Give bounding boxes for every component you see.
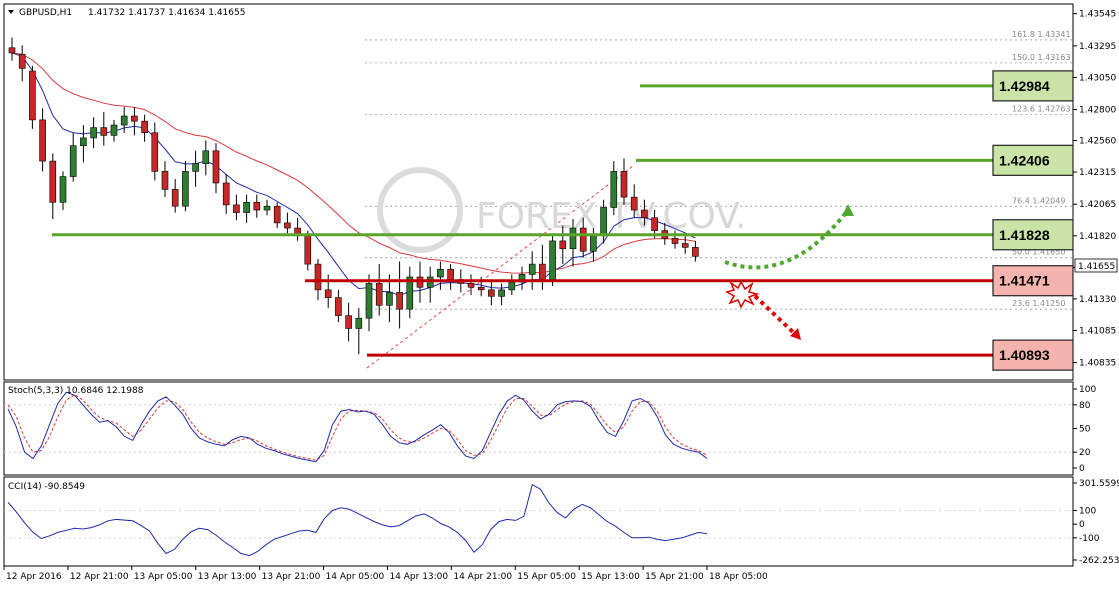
stoch-tick-label: 100	[1079, 385, 1096, 395]
price-tick-label: 1.43295	[1079, 42, 1116, 52]
stoch-tick-label: 50	[1079, 425, 1091, 435]
symbol-label: GBPUSD,H1	[19, 8, 72, 18]
price-tick-label: 1.43545	[1079, 10, 1116, 20]
time-tick-label: 14 Apr 21:00	[453, 572, 512, 582]
stoch-panel	[3, 381, 1074, 476]
level-value: 1.42984	[999, 78, 1050, 94]
price-tick-label: 1.41085	[1079, 326, 1116, 336]
fib-label: 150.0 1.43163	[1012, 53, 1071, 62]
chart-window: 161.8 1.43341 150.0 1.43163 123.6 1.42763 7…	[0, 0, 1119, 588]
price-tick-label: 1.42315	[1079, 168, 1116, 178]
time-tick-label: 13 Apr 05:00	[134, 572, 193, 582]
price-tick-label: 1.42065	[1079, 200, 1116, 210]
candle	[549, 235, 556, 286]
stoch-tick-label: 20	[1079, 448, 1091, 458]
cci-tick-label: 301.5599	[1079, 479, 1119, 489]
price-tick-label: 1.42800	[1079, 106, 1116, 116]
candle	[29, 65, 36, 129]
price-tick-label: 1.43050	[1079, 73, 1116, 83]
fib-label: 23.6 1.41250	[1012, 299, 1065, 308]
price-axis: 1.43545 1.43295 1.43050 1.42800 1.42560 1.423…	[1073, 10, 1116, 369]
price-chart[interactable]: 161.8 1.43341 150.0 1.43163 123.6 1.42763 7…	[0, 0, 1119, 588]
fib-label: 76.4 1.42049	[1012, 196, 1065, 205]
current-price: 1.41655	[1078, 262, 1115, 272]
level-value: 1.40893	[999, 347, 1050, 363]
price-tick-label: 1.41820	[1079, 232, 1116, 242]
time-tick-label: 12 Apr 21:00	[70, 572, 129, 582]
fib-label: 123.6 1.42763	[1012, 104, 1071, 113]
time-tick-label: 13 Apr 21:00	[262, 572, 321, 582]
cci-tick-label: -100	[1079, 534, 1100, 544]
cci-tick-label: 100	[1079, 507, 1096, 517]
time-tick-label: 13 Apr 13:00	[198, 572, 257, 582]
level-value: 1.41471	[999, 273, 1050, 289]
ohlc-readout: 1.41732 1.41737 1.41634 1.41655	[88, 8, 245, 18]
stoch-tick-label: 0	[1079, 464, 1085, 474]
main-panel	[3, 3, 1074, 381]
price-tick-label: 1.41330	[1079, 295, 1116, 305]
time-tick-label: 18 Apr 05:00	[709, 572, 768, 582]
cci-axis: 301.5599 100 0 -100 -262.2536	[1073, 479, 1119, 566]
cci-tick-label: 0	[1079, 520, 1085, 530]
cci-panel	[3, 476, 1074, 567]
price-tick-label: 1.40835	[1079, 359, 1116, 369]
level-value: 1.41828	[999, 227, 1050, 243]
stoch-axis: 100 80 50 20 0	[1073, 385, 1096, 474]
time-tick-label: 15 Apr 05:00	[517, 572, 576, 582]
stoch-label: Stoch(5,3,3) 10.6846 12.1988	[8, 386, 144, 396]
time-tick-label: 15 Apr 13:00	[581, 572, 640, 582]
cci-label: CCI(14) -90.8549	[8, 482, 85, 492]
stoch-tick-label: 80	[1079, 401, 1091, 411]
price-tick-label: 1.42560	[1079, 136, 1116, 146]
fib-label: 161.8 1.43341	[1012, 30, 1071, 39]
time-tick-label: 14 Apr 13:00	[389, 572, 448, 582]
level-value: 1.42406	[999, 152, 1050, 168]
time-tick-label: 15 Apr 21:00	[645, 572, 704, 582]
cci-tick-label: -262.2536	[1079, 556, 1119, 566]
time-tick-label: 14 Apr 05:00	[326, 572, 385, 582]
time-tick-label: 12 Apr 2016	[6, 572, 62, 582]
time-axis: 12 Apr 2016 12 Apr 21:00 13 Apr 05:00 13 Ap…	[3, 566, 768, 582]
